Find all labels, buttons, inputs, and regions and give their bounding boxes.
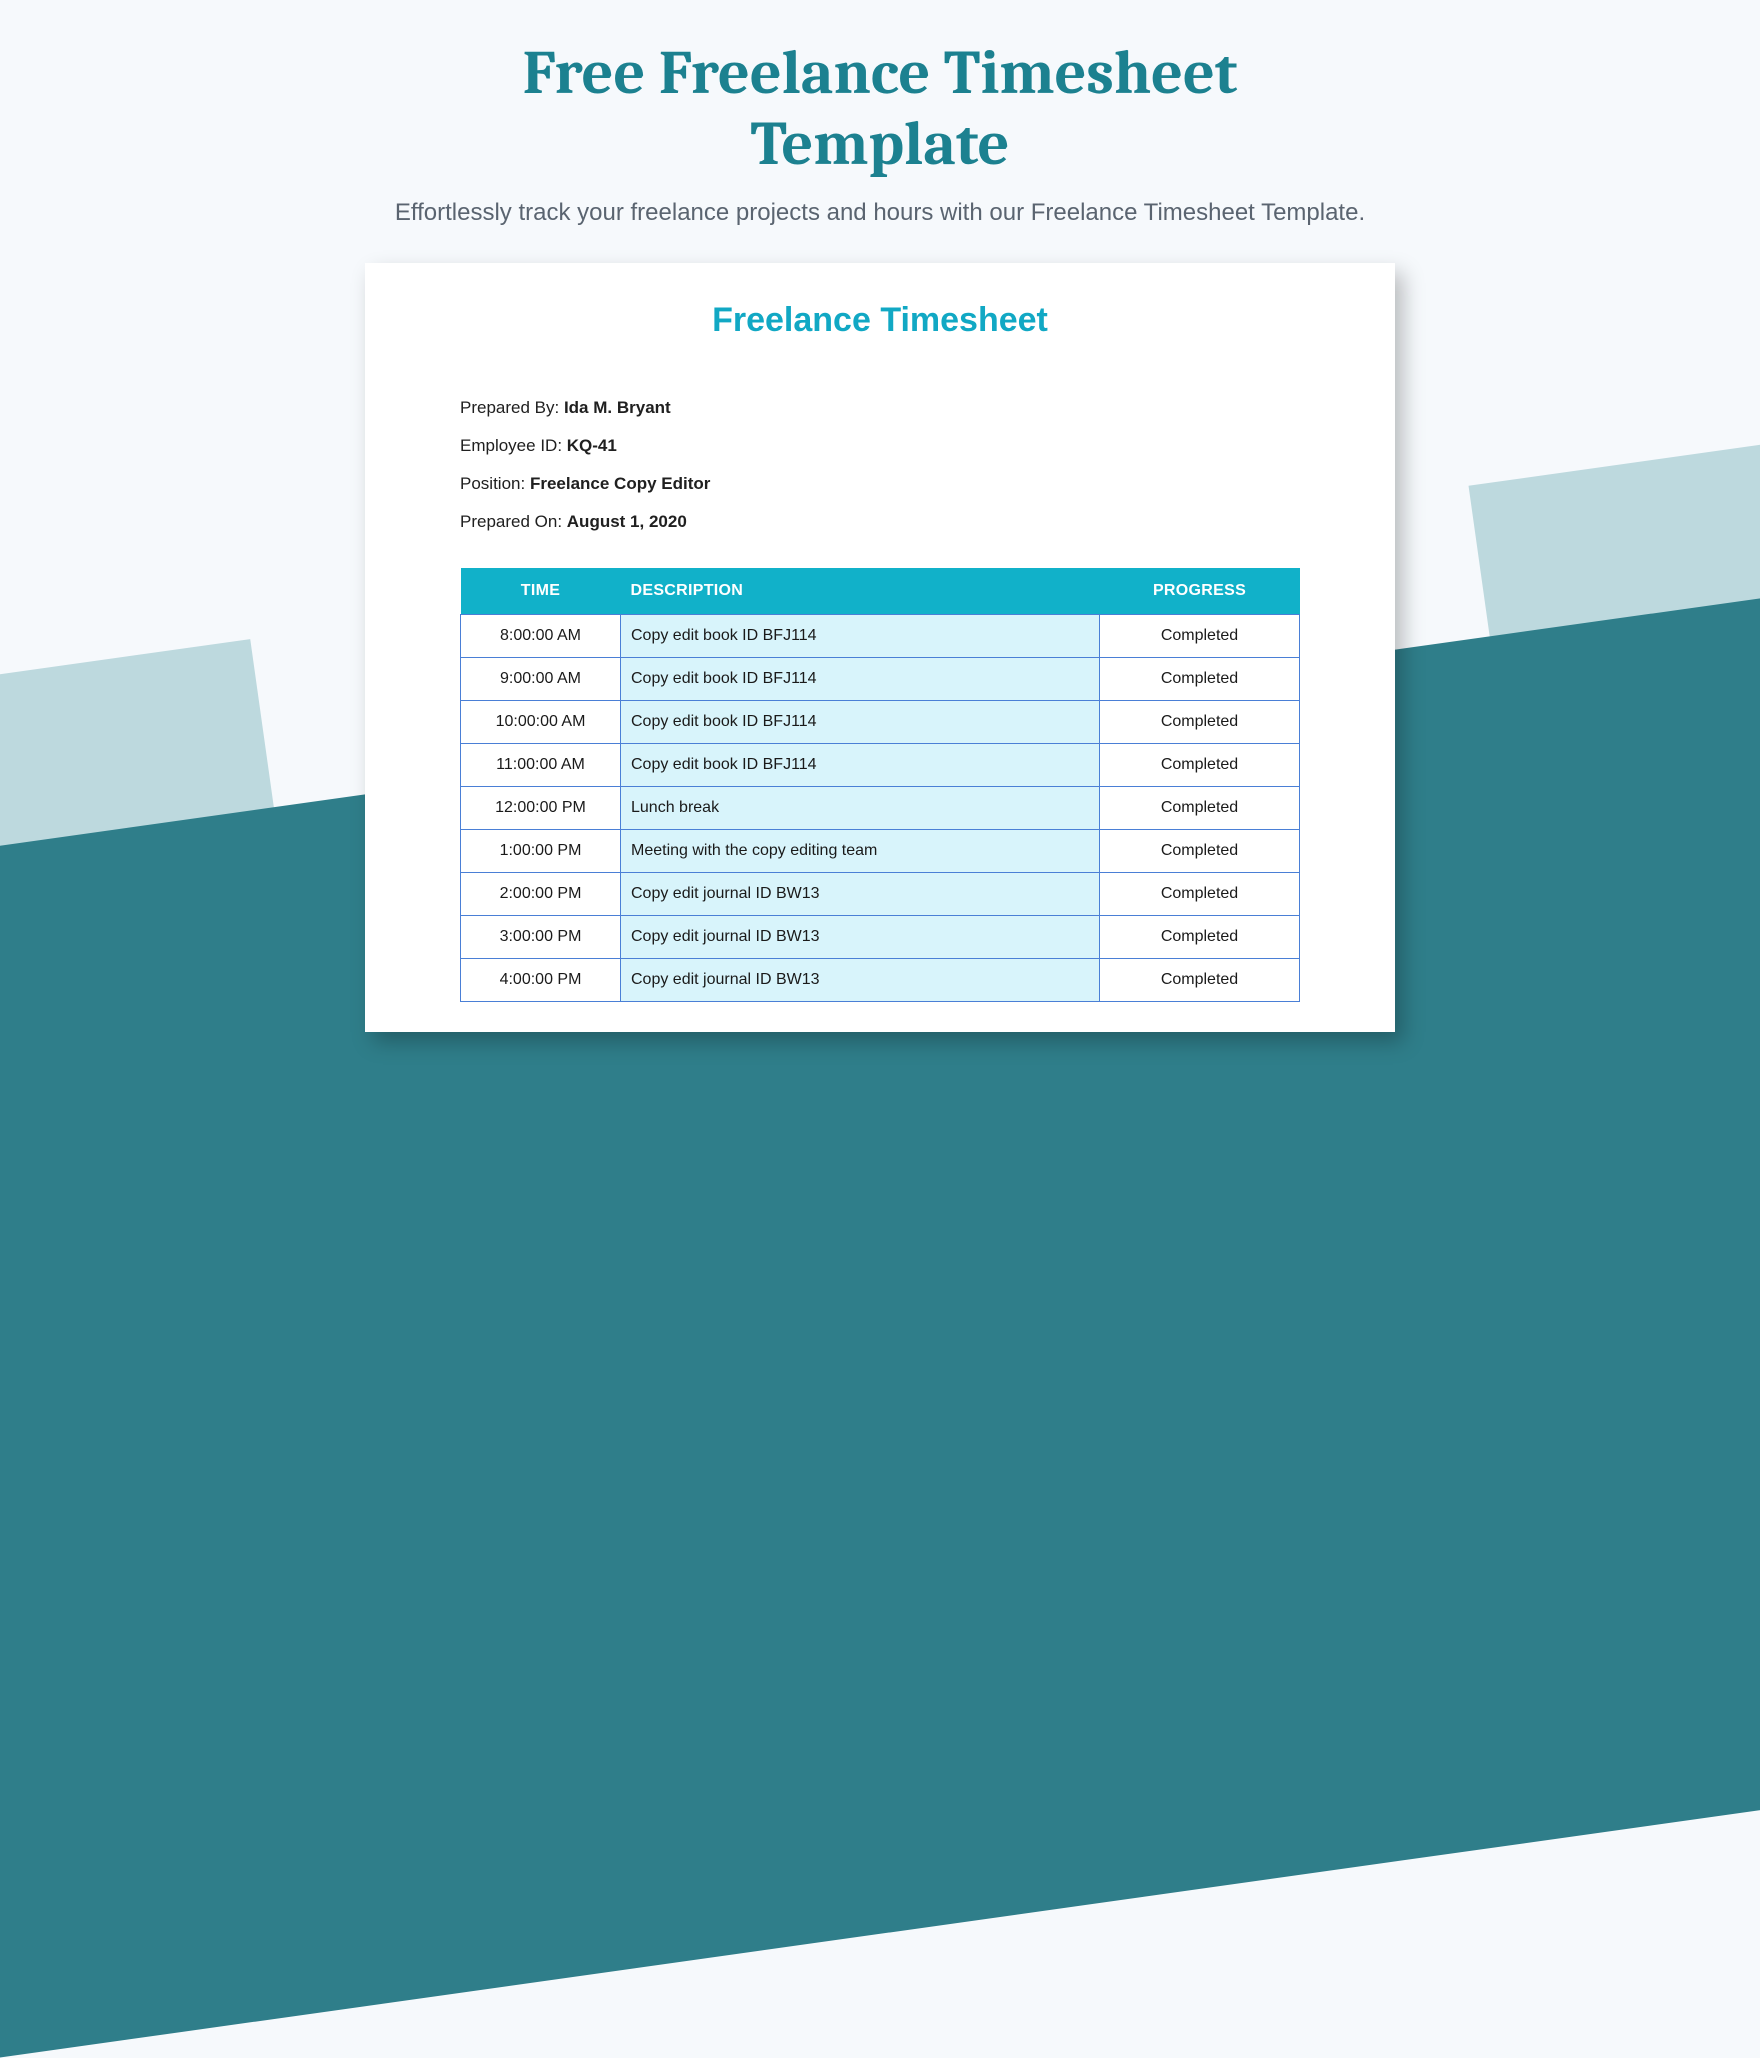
page-subtitle: Effortlessly track your freelance projec… (0, 199, 1760, 227)
cell-progress: Completed (1100, 657, 1300, 700)
cell-description: Copy edit book ID BFJ114 (621, 700, 1100, 743)
cell-progress: Completed (1100, 915, 1300, 958)
label: Employee ID: (460, 436, 567, 455)
table-row: 8:00:00 AMCopy edit book ID BFJ114Comple… (461, 614, 1300, 657)
table-row: 10:00:00 AMCopy edit book ID BFJ114Compl… (461, 700, 1300, 743)
table-row: 9:00:00 AMCopy edit book ID BFJ114Comple… (461, 657, 1300, 700)
cell-description: Copy edit book ID BFJ114 (621, 743, 1100, 786)
col-description: DESCRIPTION (621, 568, 1100, 615)
label: Prepared On: (460, 512, 567, 531)
table-row: 2:00:00 PMCopy edit journal ID BW13Compl… (461, 872, 1300, 915)
value: KQ-41 (567, 436, 617, 455)
cell-progress: Completed (1100, 829, 1300, 872)
cell-progress: Completed (1100, 958, 1300, 1001)
meta-block: Prepared By: Ida M. Bryant Employee ID: … (365, 398, 1395, 532)
cell-time: 9:00:00 AM (461, 657, 621, 700)
table-row: 12:00:00 PMLunch breakCompleted (461, 786, 1300, 829)
meta-prepared-on: Prepared On: August 1, 2020 (460, 512, 1300, 532)
table-row: 3:00:00 PMCopy edit journal ID BW13Compl… (461, 915, 1300, 958)
meta-position: Position: Freelance Copy Editor (460, 474, 1300, 494)
cell-description: Lunch break (621, 786, 1100, 829)
timesheet-table: TIME DESCRIPTION PROGRESS 8:00:00 AMCopy… (460, 568, 1300, 1002)
table-row: 1:00:00 PMMeeting with the copy editing … (461, 829, 1300, 872)
cell-time: 3:00:00 PM (461, 915, 621, 958)
cell-time: 4:00:00 PM (461, 958, 621, 1001)
cell-time: 10:00:00 AM (461, 700, 621, 743)
table-row: 4:00:00 PMCopy edit journal ID BW13Compl… (461, 958, 1300, 1001)
cell-progress: Completed (1100, 872, 1300, 915)
cell-time: 2:00:00 PM (461, 872, 621, 915)
cell-description: Copy edit book ID BFJ114 (621, 614, 1100, 657)
cell-progress: Completed (1100, 700, 1300, 743)
page-title: Free Freelance Timesheet Template (430, 38, 1330, 181)
cell-progress: Completed (1100, 743, 1300, 786)
cell-description: Copy edit journal ID BW13 (621, 915, 1100, 958)
timesheet-document: Freelance Timesheet Prepared By: Ida M. … (365, 263, 1395, 1032)
cell-time: 8:00:00 AM (461, 614, 621, 657)
cell-time: 12:00:00 PM (461, 786, 621, 829)
value: Ida M. Bryant (564, 398, 671, 417)
cell-progress: Completed (1100, 786, 1300, 829)
cell-time: 11:00:00 AM (461, 743, 621, 786)
label: Position: (460, 474, 530, 493)
meta-prepared-by: Prepared By: Ida M. Bryant (460, 398, 1300, 418)
cell-time: 1:00:00 PM (461, 829, 621, 872)
col-time: TIME (461, 568, 621, 615)
value: August 1, 2020 (567, 512, 687, 531)
label: Prepared By: (460, 398, 564, 417)
sheet-title: Freelance Timesheet (365, 301, 1395, 340)
table-header-row: TIME DESCRIPTION PROGRESS (461, 568, 1300, 615)
cell-description: Copy edit journal ID BW13 (621, 872, 1100, 915)
cell-progress: Completed (1100, 614, 1300, 657)
meta-employee-id: Employee ID: KQ-41 (460, 436, 1300, 456)
cell-description: Copy edit book ID BFJ114 (621, 657, 1100, 700)
table-row: 11:00:00 AMCopy edit book ID BFJ114Compl… (461, 743, 1300, 786)
cell-description: Meeting with the copy editing team (621, 829, 1100, 872)
cell-description: Copy edit journal ID BW13 (621, 958, 1100, 1001)
col-progress: PROGRESS (1100, 568, 1300, 615)
value: Freelance Copy Editor (530, 474, 710, 493)
